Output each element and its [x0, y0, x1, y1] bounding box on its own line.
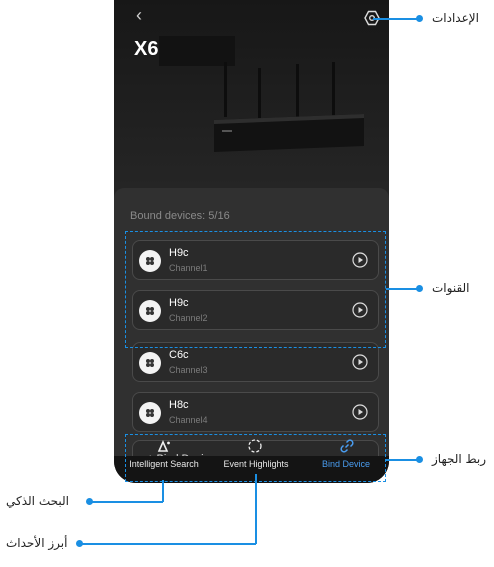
device-channel: Channel3	[169, 365, 208, 375]
callout-dot	[416, 15, 423, 22]
annotation-bind-device: ربط الجهاز	[432, 452, 487, 466]
callout-line	[386, 288, 420, 290]
play-icon[interactable]	[352, 354, 368, 370]
callout-line	[386, 459, 420, 461]
device-icon	[139, 352, 161, 374]
callout-line	[80, 543, 256, 545]
annotation-settings: الإعدادات	[432, 11, 479, 25]
device-name: C6c	[169, 349, 189, 361]
play-icon[interactable]	[352, 404, 368, 420]
device-icon	[139, 402, 161, 424]
callout-line	[162, 480, 164, 502]
router-image	[214, 62, 364, 152]
device-channel: Channel4	[169, 415, 208, 425]
device-title: X6	[134, 38, 159, 60]
callout-dot	[416, 456, 423, 463]
device-card-4[interactable]: H8c Channel4	[132, 392, 379, 432]
callout-line	[373, 18, 420, 20]
back-button[interactable]: ‹	[136, 6, 142, 24]
callout-line	[255, 474, 257, 544]
device-card-3[interactable]: C6c Channel3	[132, 342, 379, 382]
annotation-intelligent-search: البحث الذكي	[6, 494, 69, 508]
annotation-channels: القنوات	[432, 281, 470, 295]
channels-highlight-box	[125, 231, 386, 348]
annotation-event-highlights: أبرز الأحداث	[6, 536, 68, 550]
bound-devices-count: Bound devices: 5/16	[130, 210, 230, 222]
callout-dot	[416, 285, 423, 292]
device-name: H8c	[169, 399, 189, 411]
callout-line	[90, 501, 163, 503]
